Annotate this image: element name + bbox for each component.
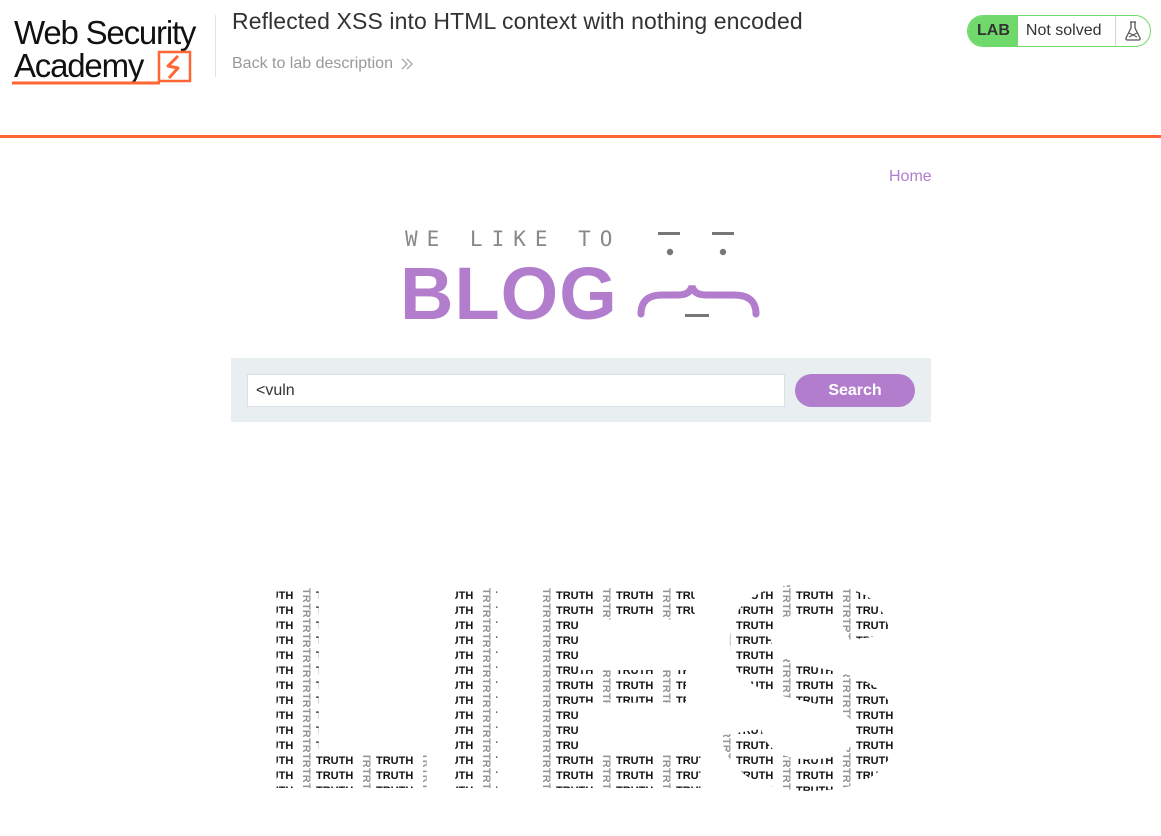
double-chevron-right-icon [401, 58, 413, 70]
logo-line1: Web Security [14, 14, 197, 51]
blog-face-icon [637, 232, 760, 318]
blog-logo-name: BLOG [400, 252, 618, 325]
lab-title: Reflected XSS into HTML context with not… [232, 8, 803, 34]
blog-post-image[interactable]: TRUTH TRUTH LIES LIES [255, 572, 910, 794]
lightning-icon [157, 50, 192, 83]
lab-status-text: Not solved [1025, 22, 1102, 39]
header-divider [215, 15, 216, 77]
lab-badge: LAB [968, 16, 1018, 46]
academy-header: Web Security Academy Reflected XSS into … [0, 0, 1161, 138]
lab-status-widget: LAB Not solved [967, 15, 1151, 47]
logo-line2: Academy [14, 47, 145, 84]
lies-word-texture: LIES [257, 572, 907, 794]
blog-logo: WE LIKE TO BLOG [400, 227, 760, 325]
academy-logo[interactable]: Web Security Academy [12, 10, 217, 90]
search-panel: Search [231, 358, 931, 422]
back-link-label: Back to lab description [232, 55, 393, 72]
nav-home-link[interactable]: Home [889, 168, 932, 186]
blog-logo-tagline: WE LIKE TO [405, 227, 621, 251]
flask-icon-container [1115, 16, 1150, 46]
flask-icon [1125, 21, 1141, 41]
back-to-lab-description-link[interactable]: Back to lab description [232, 55, 413, 73]
search-button[interactable]: Search [795, 374, 915, 407]
search-input[interactable] [247, 374, 785, 407]
